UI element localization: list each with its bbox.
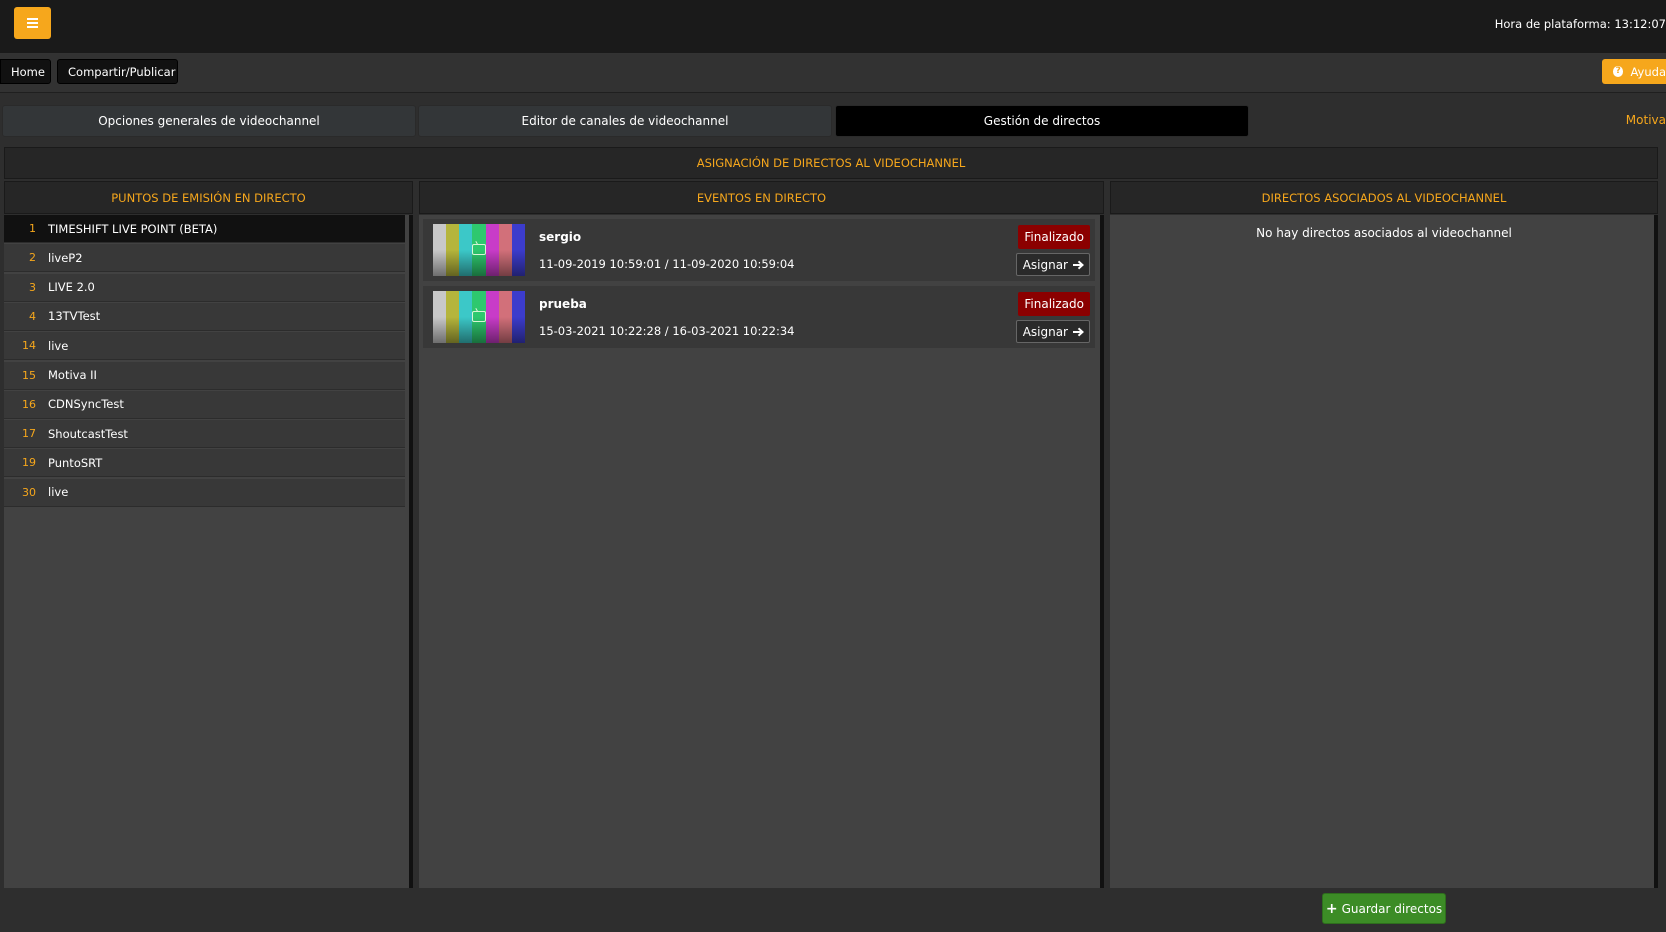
- live-tv-icon: [472, 311, 486, 322]
- thumbnail-stripe: [485, 224, 499, 276]
- live-point-id: 17: [22, 427, 36, 441]
- live-point-item[interactable]: 14 live: [4, 332, 405, 361]
- tab-general-options[interactable]: Opciones generales de videochannel: [2, 105, 416, 137]
- event-card: prueba 15-03-2021 10:22:28 / 16-03-2021 1…: [423, 286, 1095, 348]
- scrollbar[interactable]: [409, 215, 413, 888]
- live-tv-icon: [472, 244, 486, 255]
- live-point-id: 3: [29, 280, 36, 294]
- live-point-name: Motiva II: [48, 368, 97, 382]
- event-dates: 15-03-2021 10:22:28 / 16-03-2021 10:22:3…: [539, 324, 795, 338]
- tab-label: Editor de canales de videochannel: [521, 114, 729, 128]
- arrow-right-icon: [1073, 327, 1084, 336]
- toolbar: Home Compartir/Publicar ? Ayuda: [0, 54, 1666, 93]
- live-point-item[interactable]: 19 PuntoSRT: [4, 449, 405, 478]
- live-point-id: 1: [29, 222, 36, 235]
- home-label: Home: [11, 64, 45, 79]
- thumbnail-stripe: [446, 291, 460, 343]
- thumbnail-stripe: [459, 291, 473, 343]
- tab-bar: Opciones generales de videochannel Edito…: [0, 93, 1666, 140]
- events-panel: sergio 11-09-2019 10:59:01 / 11-09-2020 1…: [419, 215, 1104, 888]
- save-label: Guardar directos: [1341, 901, 1443, 916]
- thumbnail-stripe: [511, 291, 525, 343]
- events-header: EVENTOS EN DIRECTO: [419, 181, 1104, 214]
- live-point-name: LIVE 2.0: [48, 280, 95, 295]
- thumbnail-stripe: [498, 224, 512, 276]
- plus-icon: +: [1325, 900, 1338, 917]
- thumbnail-stripe: [511, 224, 525, 276]
- event-dates: 11-09-2019 10:59:01 / 11-09-2020 10:59:0…: [539, 257, 795, 271]
- live-point-name: CDNSyncTest: [48, 397, 124, 412]
- event-name: sergio: [539, 230, 582, 244]
- empty-message: No hay directos asociados al videochanne…: [1256, 226, 1512, 240]
- live-point-name: PuntoSRT: [48, 455, 103, 470]
- live-point-id: 30: [22, 485, 36, 499]
- home-button[interactable]: Home: [0, 59, 51, 84]
- live-point-name: 13TVTest: [48, 309, 101, 324]
- live-point-id: 14: [22, 339, 36, 353]
- hamburger-icon-bar: [27, 22, 38, 24]
- hamburger-icon-bar: [27, 26, 38, 28]
- thumbnail-stripe: [498, 291, 512, 343]
- assign-button[interactable]: Asignar: [1015, 320, 1090, 343]
- thumbnail-stripe: [433, 224, 447, 276]
- tab-channel-editor[interactable]: Editor de canales de videochannel: [418, 105, 832, 137]
- help-label: Ayuda: [1630, 64, 1666, 79]
- live-point-item[interactable]: 2 liveP2: [4, 244, 405, 273]
- live-point-id: 2: [29, 251, 36, 265]
- live-point-item[interactable]: 30 live: [4, 478, 405, 507]
- thumbnail-stripe: [459, 224, 473, 276]
- share-label: Compartir/Publicar: [68, 64, 176, 79]
- hamburger-icon: [27, 18, 38, 20]
- live-point-id: 4: [29, 309, 36, 323]
- section-title: ASIGNACIÓN DE DIRECTOS AL VIDEOCHANNEL: [4, 147, 1658, 179]
- live-point-item[interactable]: 15 Motiva II: [4, 361, 405, 390]
- status-badge: Finalizado: [1018, 225, 1090, 249]
- live-point-id: 16: [22, 397, 36, 411]
- status-badge: Finalizado: [1018, 292, 1090, 316]
- live-point-name: ShoutcastTest: [48, 426, 128, 441]
- live-point-item[interactable]: 16 CDNSyncTest: [4, 390, 405, 419]
- assign-button[interactable]: Asignar: [1015, 253, 1090, 276]
- live-point-item[interactable]: 1 TIMESHIFT LIVE POINT (BETA): [4, 215, 405, 243]
- arrow-right-icon: [1073, 260, 1084, 269]
- thumbnail-stripe: [446, 224, 460, 276]
- scrollbar[interactable]: [1100, 215, 1104, 888]
- question-icon: ?: [1613, 66, 1624, 77]
- tab-label: Gestión de directos: [983, 114, 1101, 128]
- share-publish-button[interactable]: Compartir/Publicar: [57, 59, 178, 84]
- event-thumbnail: [433, 224, 525, 276]
- live-point-name: live: [48, 485, 69, 500]
- live-point-item[interactable]: 17 ShoutcastTest: [4, 420, 405, 449]
- live-point-name: live: [48, 338, 69, 353]
- platform-clock: Hora de plataforma: 13:12:07: [1494, 17, 1666, 31]
- event-card: sergio 11-09-2019 10:59:01 / 11-09-2020 1…: [423, 219, 1095, 281]
- assign-label: Asignar: [1022, 324, 1068, 339]
- top-bar: Hora de plataforma: 13:12:07: [0, 0, 1666, 54]
- associated-panel: No hay directos asociados al videochanne…: [1110, 215, 1658, 888]
- menu-button[interactable]: [14, 7, 51, 39]
- tab-label: Opciones generales de videochannel: [98, 114, 320, 128]
- live-point-id: 15: [22, 368, 36, 382]
- live-point-name: liveP2: [48, 250, 83, 265]
- live-point-item[interactable]: 4 13TVTest: [4, 302, 405, 331]
- thumbnail-stripe: [485, 291, 499, 343]
- event-name: prueba: [539, 297, 587, 311]
- event-thumbnail: [433, 291, 525, 343]
- assign-label: Asignar: [1022, 257, 1068, 272]
- associated-header: DIRECTOS ASOCIADOS AL VIDEOCHANNEL: [1110, 181, 1658, 214]
- help-button[interactable]: ? Ayuda: [1602, 59, 1666, 84]
- thumbnail-stripe: [433, 291, 447, 343]
- live-point-item[interactable]: 3 LIVE 2.0: [4, 273, 405, 302]
- tab-live-management[interactable]: Gestión de directos: [835, 105, 1249, 137]
- live-points-header: PUNTOS DE EMISIÓN EN DIRECTO: [4, 181, 413, 214]
- live-point-name: TIMESHIFT LIVE POINT (BETA): [48, 221, 218, 236]
- tab-motiva[interactable]: Motiva: [1626, 113, 1666, 127]
- live-point-id: 19: [22, 456, 36, 470]
- live-points-panel: 1 TIMESHIFT LIVE POINT (BETA) 2 liveP2 3 LIVE…: [4, 215, 413, 888]
- save-lives-button[interactable]: + Guardar directos: [1322, 893, 1446, 924]
- scrollbar[interactable]: [1654, 215, 1658, 888]
